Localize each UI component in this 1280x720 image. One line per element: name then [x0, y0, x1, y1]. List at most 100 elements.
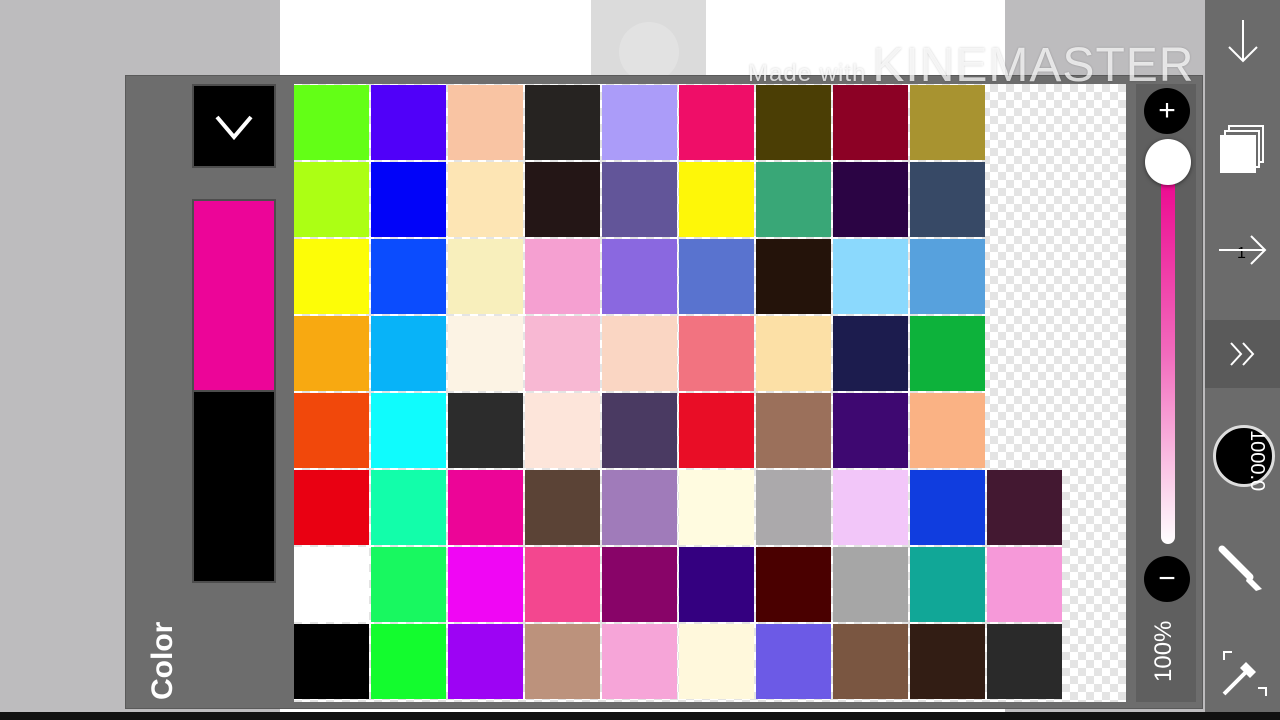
color-swatch[interactable]: [602, 624, 677, 699]
color-swatch[interactable]: [679, 393, 754, 468]
palette-row: [294, 84, 987, 161]
color-swatch[interactable]: [371, 239, 446, 314]
color-swatch[interactable]: [679, 624, 754, 699]
color-swatch[interactable]: [679, 85, 754, 160]
download-button[interactable]: [1205, 0, 1280, 80]
color-swatch[interactable]: [833, 162, 908, 237]
brush-tool-button[interactable]: [1205, 535, 1280, 605]
color-swatch[interactable]: [602, 239, 677, 314]
color-swatch[interactable]: [448, 547, 523, 622]
color-swatch[interactable]: [294, 624, 369, 699]
system-bar: [0, 712, 1280, 720]
color-swatch[interactable]: [910, 547, 985, 622]
color-swatch[interactable]: [602, 85, 677, 160]
color-swatch[interactable]: [294, 239, 369, 314]
color-swatch[interactable]: [756, 162, 831, 237]
color-swatch[interactable]: [679, 162, 754, 237]
color-swatch[interactable]: [448, 393, 523, 468]
color-swatch[interactable]: [525, 162, 600, 237]
color-swatch[interactable]: [602, 470, 677, 545]
color-swatch[interactable]: [679, 239, 754, 314]
color-swatch[interactable]: [448, 239, 523, 314]
color-swatch[interactable]: [833, 624, 908, 699]
layers-icon: [1219, 124, 1264, 173]
color-swatch[interactable]: [371, 85, 446, 160]
color-swatch[interactable]: [756, 316, 831, 391]
opacity-slider-thumb[interactable]: [1145, 139, 1191, 185]
increase-opacity-button[interactable]: +: [1144, 88, 1190, 134]
color-swatch[interactable]: [294, 85, 369, 160]
color-swatch[interactable]: [910, 316, 985, 391]
color-swatch[interactable]: [448, 316, 523, 391]
color-swatch[interactable]: [756, 547, 831, 622]
color-swatch[interactable]: [525, 316, 600, 391]
arrow-down-icon: [1227, 20, 1258, 63]
color-swatch[interactable]: [910, 470, 985, 545]
color-swatch[interactable]: [833, 239, 908, 314]
color-swatch[interactable]: [987, 547, 1062, 622]
expand-button[interactable]: [1205, 320, 1280, 388]
forward-button[interactable]: [1205, 210, 1280, 290]
color-swatch[interactable]: [756, 393, 831, 468]
brush-size-button[interactable]: 1000.0: [1213, 425, 1275, 491]
color-swatch[interactable]: [833, 85, 908, 160]
foreground-color-swatch[interactable]: [192, 199, 276, 392]
app-screen: Color + − 100% Made with KINEMASTER 1 10…: [0, 0, 1280, 720]
color-swatch[interactable]: [525, 470, 600, 545]
color-swatch[interactable]: [371, 162, 446, 237]
color-swatch[interactable]: [833, 470, 908, 545]
color-swatch[interactable]: [371, 470, 446, 545]
color-swatch[interactable]: [910, 624, 985, 699]
color-swatch[interactable]: [294, 547, 369, 622]
arrow-right-icon: [1218, 235, 1266, 265]
color-swatch[interactable]: [910, 85, 985, 160]
color-swatch[interactable]: [602, 162, 677, 237]
layers-button[interactable]: 1: [1205, 110, 1280, 262]
color-swatch[interactable]: [833, 316, 908, 391]
color-swatch[interactable]: [602, 316, 677, 391]
color-swatch[interactable]: [833, 393, 908, 468]
collapse-panel-button[interactable]: [192, 84, 276, 168]
color-swatch[interactable]: [679, 316, 754, 391]
palette-row: [294, 238, 987, 315]
eyedropper-swap-button[interactable]: [1205, 645, 1280, 705]
color-swatch[interactable]: [294, 316, 369, 391]
color-swatch[interactable]: [679, 547, 754, 622]
color-swatch[interactable]: [294, 162, 369, 237]
decrease-opacity-button[interactable]: −: [1144, 556, 1190, 602]
right-toolbar: 1 1000.0: [1205, 0, 1280, 712]
color-swatch[interactable]: [294, 470, 369, 545]
color-swatch[interactable]: [371, 624, 446, 699]
color-swatch[interactable]: [525, 393, 600, 468]
color-swatch[interactable]: [756, 239, 831, 314]
color-swatch[interactable]: [371, 393, 446, 468]
color-swatch[interactable]: [448, 470, 523, 545]
eyedropper-icon: [1222, 651, 1267, 696]
color-swatch[interactable]: [371, 316, 446, 391]
color-swatch[interactable]: [910, 393, 985, 468]
color-swatch[interactable]: [756, 624, 831, 699]
color-swatch[interactable]: [679, 470, 754, 545]
color-swatch[interactable]: [448, 85, 523, 160]
color-swatch[interactable]: [602, 393, 677, 468]
opacity-slider-track[interactable]: [1161, 164, 1175, 544]
color-swatch[interactable]: [525, 85, 600, 160]
color-swatch[interactable]: [448, 162, 523, 237]
opacity-percentage: 100%: [1150, 620, 1177, 682]
color-swatch[interactable]: [987, 624, 1062, 699]
color-swatch[interactable]: [756, 85, 831, 160]
color-swatch[interactable]: [987, 470, 1062, 545]
color-swatch[interactable]: [448, 624, 523, 699]
color-swatch[interactable]: [756, 470, 831, 545]
color-swatch[interactable]: [371, 547, 446, 622]
color-swatch[interactable]: [910, 239, 985, 314]
color-swatch[interactable]: [525, 624, 600, 699]
color-swatch[interactable]: [525, 239, 600, 314]
color-swatch[interactable]: [525, 547, 600, 622]
palette-row: [294, 392, 987, 469]
color-swatch[interactable]: [294, 393, 369, 468]
color-swatch[interactable]: [833, 547, 908, 622]
background-color-swatch[interactable]: [192, 392, 276, 583]
color-swatch[interactable]: [602, 547, 677, 622]
color-swatch[interactable]: [910, 162, 985, 237]
